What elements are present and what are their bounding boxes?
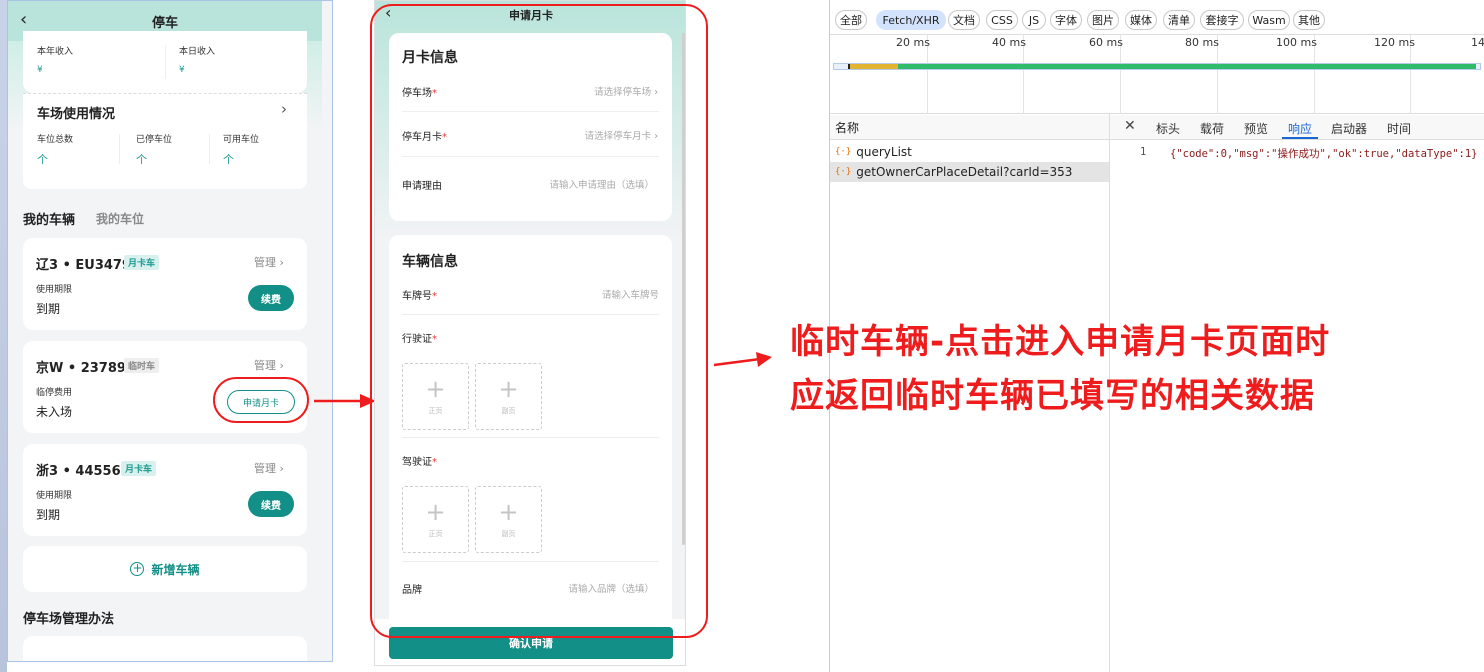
tab-response[interactable]: 响应 <box>1288 120 1312 137</box>
tab-my-vehicles[interactable]: 我的车辆 <box>23 209 75 228</box>
manage-link[interactable]: 管理 › <box>254 357 284 373</box>
filter-manifest[interactable]: 清单 <box>1163 10 1195 30</box>
tab-timing[interactable]: 时间 <box>1387 120 1411 137</box>
tick-label: 60 ms <box>1089 36 1123 49</box>
request-name: getOwnerCarPlaceDetail?carId=353 <box>856 165 1073 179</box>
total-spaces-label: 车位总数 <box>37 135 74 145</box>
back-icon[interactable]: ‹ <box>20 9 27 30</box>
manage-label: 管理 <box>254 462 276 475</box>
income-divider <box>165 45 166 79</box>
filter-media[interactable]: 媒体 <box>1125 10 1157 30</box>
window-edge <box>0 0 7 672</box>
tick-label: 140 <box>1471 36 1484 49</box>
free-spaces-label: 可用车位 <box>223 135 260 145</box>
plate-number: 辽3 • EU3479 <box>36 258 132 273</box>
filter-socket[interactable]: 套接字 <box>1200 10 1244 30</box>
vehicle-type-tag: 月卡车 <box>124 255 160 270</box>
day-income-value: ¥ <box>179 65 185 75</box>
requests-header <box>830 115 1109 140</box>
tick-label: 100 ms <box>1276 36 1317 49</box>
income-card: 本年收入 ¥ 本日收入 ¥ <box>23 31 307 93</box>
filter-wasm[interactable]: Wasm <box>1248 10 1290 30</box>
filter-css[interactable]: CSS <box>986 10 1018 30</box>
usage-title: 车场使用情况 <box>37 107 116 122</box>
filter-other[interactable]: 其他 <box>1293 10 1325 30</box>
parking-home-screen: ‹ 停车 本年收入 ¥ 本日收入 ¥ 车场使用情况 › 车位总数 个 已停车位 … <box>7 0 333 662</box>
chevron-right-icon: › <box>279 256 284 269</box>
tick-label: 80 ms <box>1185 36 1219 49</box>
vehicle-card: 辽3 • EU3479 月卡车 管理 › 使用期限 到期 续费 <box>23 238 307 330</box>
highlight-frame <box>370 4 708 638</box>
info-label: 使用期限 <box>36 491 73 501</box>
arrow-to-annotation <box>713 352 772 367</box>
highlight-circle <box>213 377 309 423</box>
tab-initiator[interactable]: 启动器 <box>1331 120 1367 137</box>
chevron-right-icon[interactable]: › <box>281 100 287 118</box>
info-value: 到期 <box>36 508 61 522</box>
filter-all[interactable]: 全部 <box>835 10 867 30</box>
add-vehicle-button[interactable]: + 新增车辆 <box>23 546 307 592</box>
filter-doc[interactable]: 文档 <box>948 10 980 30</box>
plate-number: 京W • 237893 <box>36 361 135 376</box>
annotation-line-2: 应返回临时车辆已填写的相关数据 <box>790 376 1315 416</box>
renew-button[interactable]: 续费 <box>248 285 294 311</box>
filter-font[interactable]: 字体 <box>1050 10 1082 30</box>
day-income-label: 本日收入 <box>179 47 216 57</box>
manage-link[interactable]: 管理 › <box>254 254 284 270</box>
parked-spaces-value: 个 <box>136 153 147 166</box>
xhr-icon: {·} <box>835 167 852 177</box>
plate-number: 浙3 • 445566 <box>36 464 130 479</box>
vehicle-card: 浙3 • 445566 月卡车 管理 › 使用期限 到期 续费 <box>23 444 307 536</box>
parked-spaces-label: 已停车位 <box>136 135 173 145</box>
line-number: 1 <box>1140 146 1147 158</box>
total-spaces-value: 个 <box>37 153 48 166</box>
filter-fetch-xhr[interactable]: Fetch/XHR <box>876 10 946 30</box>
timeline-start-marker <box>848 64 850 69</box>
info-label: 临停费用 <box>36 388 73 398</box>
tab-payload[interactable]: 载荷 <box>1200 120 1224 137</box>
chevron-right-icon: › <box>279 462 284 475</box>
chevron-right-icon: › <box>279 359 284 372</box>
arrow-to-apply-page <box>314 394 376 408</box>
annotation-line-1: 临时车辆-点击进入申请月卡页面时 <box>790 322 1331 362</box>
response-body[interactable]: {"code":0,"msg":"操作成功","ok":true,"dataTy… <box>1170 146 1478 161</box>
tick-label: 120 ms <box>1374 36 1415 49</box>
request-row[interactable]: {·} queryList <box>830 142 1109 162</box>
plus-circle-icon: + <box>130 561 145 576</box>
info-value: 未入场 <box>36 405 73 419</box>
manage-label: 管理 <box>254 256 276 269</box>
rules-card <box>23 636 307 661</box>
year-income-value: ¥ <box>37 65 43 75</box>
active-tab-underline <box>1282 137 1318 139</box>
tab-my-spaces[interactable]: 我的车位 <box>96 210 144 227</box>
usage-divider-1 <box>119 134 120 164</box>
timeline-download-bar <box>898 64 1476 69</box>
xhr-icon: {·} <box>835 147 852 157</box>
usage-divider-2 <box>209 134 210 164</box>
vehicle-type-tag: 月卡车 <box>121 461 157 476</box>
filter-img[interactable]: 图片 <box>1087 10 1119 30</box>
request-name: queryList <box>856 145 912 159</box>
info-label: 使用期限 <box>36 285 73 295</box>
tab-headers[interactable]: 标头 <box>1156 120 1180 137</box>
usage-card: 车场使用情况 › 车位总数 个 已停车位 个 可用车位 个 <box>23 93 307 189</box>
rules-title: 停车场管理办法 <box>23 612 115 627</box>
manage-link[interactable]: 管理 › <box>254 460 284 476</box>
tab-preview[interactable]: 预览 <box>1244 120 1268 137</box>
filter-js[interactable]: JS <box>1022 10 1046 30</box>
info-value: 到期 <box>36 302 61 316</box>
add-vehicle-label: 新增车辆 <box>151 562 200 577</box>
year-income-label: 本年收入 <box>37 47 74 57</box>
manage-label: 管理 <box>254 359 276 372</box>
renew-button[interactable]: 续费 <box>248 491 294 517</box>
timeline-waiting-bar <box>850 64 898 69</box>
tick-label: 40 ms <box>992 36 1026 49</box>
tick-label: 20 ms <box>896 36 930 49</box>
close-icon[interactable]: ✕ <box>1124 118 1136 134</box>
vehicle-type-tag: 临时车 <box>124 358 160 373</box>
page-title: 停车 <box>151 15 178 31</box>
free-spaces-value: 个 <box>223 153 234 166</box>
request-row-selected[interactable]: {·} getOwnerCarPlaceDetail?carId=353 <box>830 162 1109 182</box>
name-column-header[interactable]: 名称 <box>835 119 859 136</box>
